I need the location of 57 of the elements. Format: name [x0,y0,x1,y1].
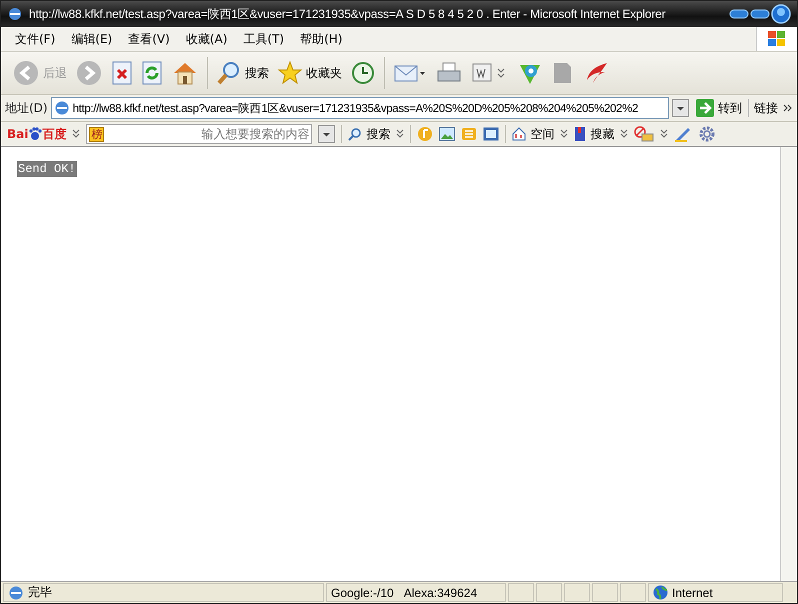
address-label: 地址(D) [5,100,48,116]
close-button[interactable] [771,4,791,24]
status-panel [620,583,646,602]
google-rank: Google:-/10 [331,586,394,600]
window-title: http://lw88.kfkf.net/test.asp?varea=陕西1区&vuser=171231935&vpass=A S D 5 8 4 5 2 0 . Enter - Microsoft Internet Explorer [29,6,666,22]
chevron-icon [783,103,793,113]
picture-icon[interactable] [439,127,456,141]
popup-block-icon[interactable] [634,126,654,142]
clock-icon [350,60,376,86]
collect-button[interactable]: 搜藏 [574,126,614,142]
search-field[interactable]: 榜 输入想要搜索的内容 [86,124,312,144]
favorites-button[interactable]: 收藏夹 [274,58,345,88]
space-button[interactable]: 空间 [512,126,554,142]
page-icon [54,100,70,116]
page-icon [8,584,24,600]
scrollbar[interactable] [780,147,797,581]
address-field[interactable]: http://lw88.kfkf.net/test.asp?varea=陕西1区&vuser=171231935&vpass=A%20S%20D%205%208%204%205%202%2 [50,97,669,119]
status-panel [536,583,562,602]
minimize-button[interactable] [729,8,749,20]
stop-icon [111,60,133,86]
search-button[interactable]: 搜索 [348,126,390,142]
status-panel [508,583,534,602]
menu-item[interactable]: 帮助(H) [292,28,350,50]
browser-icon [7,6,23,22]
search-icon [348,127,362,141]
menu-item[interactable]: 文件(F) [7,28,64,50]
page-text: Send OK! [17,161,77,177]
chevron-icon[interactable] [620,129,628,139]
chevron-icon[interactable] [660,129,668,139]
chevron-icon[interactable] [560,129,568,139]
dropdown-button[interactable] [672,99,689,117]
bookmark-icon [574,126,586,142]
status-panel [564,583,590,602]
go-button[interactable]: 转到 [692,99,749,117]
globe-icon [653,585,668,600]
house-icon [512,127,526,141]
status-panel [592,583,618,602]
baidu-logo[interactable]: Bai 百度 [7,126,66,142]
search-button[interactable]: 搜索 [213,58,272,88]
chevron-icon[interactable] [396,129,404,139]
dropdown-button[interactable] [318,125,336,143]
refresh-icon [141,60,163,86]
menu-item[interactable]: 查看(V) [120,28,178,50]
star-icon [277,60,303,86]
menu-item[interactable]: 工具(T) [235,28,292,50]
menu-item[interactable]: 编辑(E) [63,28,120,50]
menu-item[interactable]: 收藏(A) [178,28,236,50]
chevron-icon[interactable] [72,129,80,139]
restore-button[interactable] [750,8,770,20]
pencil-icon[interactable] [674,126,692,142]
status-text: 完毕 [28,584,52,601]
arrow-icon [696,99,714,117]
alexa-rank: Alexa:349624 [404,586,478,600]
search-icon [216,60,242,86]
zone-label: Internet [672,586,713,600]
links-button[interactable]: 链接 [752,100,780,116]
settings-icon[interactable] [698,125,716,143]
